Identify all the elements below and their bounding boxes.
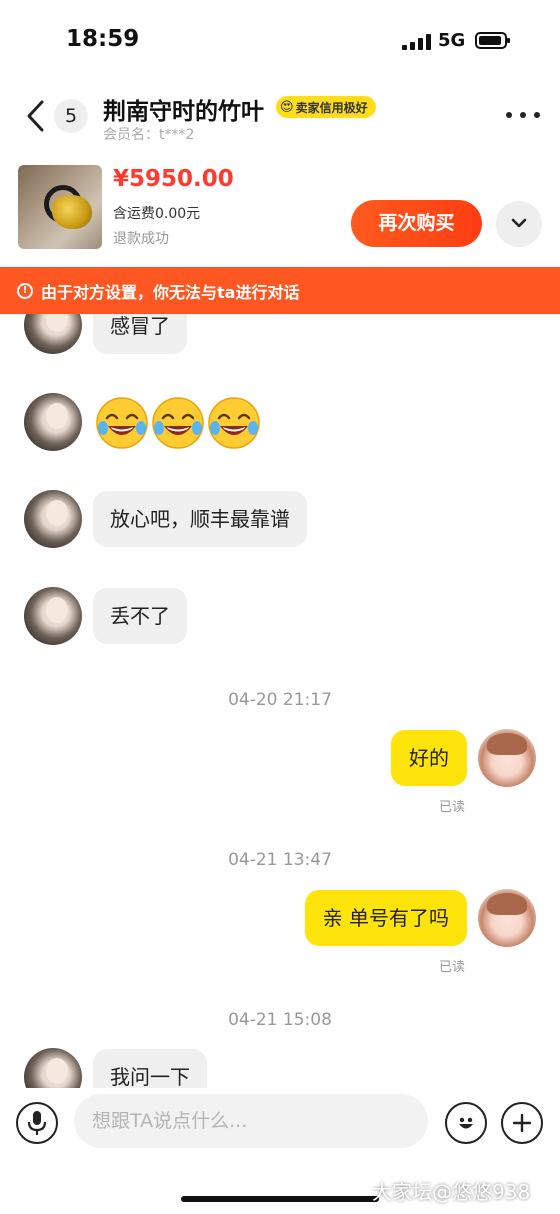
message-timestamp: 04-21 15:08 (228, 1010, 332, 1030)
read-receipt: 已读 (439, 960, 466, 975)
signal-icon (402, 34, 432, 50)
contact-avatar[interactable] (24, 490, 82, 548)
message-timestamp: 04-21 13:47 (228, 850, 332, 870)
more-icon (506, 112, 512, 118)
smiley-icon: 😍 (280, 99, 294, 115)
laughing-emoji-icon (96, 397, 148, 449)
laughing-emoji-icon (152, 397, 204, 449)
microphone-icon (27, 1111, 47, 1135)
my-avatar[interactable] (478, 889, 536, 947)
laughing-emoji-icon (208, 397, 260, 449)
home-indicator[interactable] (181, 1196, 379, 1202)
status-bar: 18:59 5G (0, 0, 560, 80)
contact-avatar[interactable] (24, 587, 82, 645)
contact-avatar[interactable] (24, 393, 82, 451)
back-button[interactable] (20, 96, 54, 136)
message-bubble[interactable]: 放心吧，顺丰最靠谱 (93, 491, 307, 547)
my-message-bubble[interactable]: 好的 (391, 730, 467, 786)
expand-button[interactable] (496, 201, 542, 247)
battery-icon (475, 32, 510, 49)
credit-badge-label: 卖家信用极好 (295, 100, 368, 115)
product-price: ¥5950.00 (113, 166, 234, 192)
chat-screen: 18:59 5G 5 荆南守时的竹叶 😍 卖家信用极好 会员名：t***2 ¥5… (0, 0, 560, 1214)
back-icon (27, 100, 44, 132)
more-button[interactable] (506, 112, 540, 120)
warning-icon: ! (17, 282, 33, 299)
emoji-button[interactable] (445, 1102, 487, 1144)
order-status: 退款成功 (113, 231, 169, 247)
seller-credit-badge: 😍 卖家信用极好 (276, 96, 376, 118)
my-message-bubble[interactable]: 亲 单号有了吗 (304, 890, 467, 946)
add-icon (512, 1113, 532, 1133)
message-bubble[interactable]: 丢不了 (93, 588, 187, 644)
shipping-fee: 含运费0.00元 (113, 206, 201, 222)
buy-again-button[interactable]: 再次购买 (351, 200, 482, 247)
banner-text: 由于对方设置，你无法与ta进行对话 (41, 282, 300, 302)
network-type: 5G (438, 30, 466, 51)
read-receipt: 已读 (439, 800, 466, 815)
voice-button[interactable] (16, 1102, 58, 1144)
unread-count-badge[interactable]: 5 (54, 99, 88, 133)
add-button[interactable] (501, 1102, 543, 1144)
message-input[interactable] (74, 1094, 428, 1148)
chat-title: 荆南守时的竹叶 (103, 99, 264, 125)
product-thumbnail[interactable] (18, 165, 102, 249)
member-name: 会员名：t***2 (103, 127, 195, 143)
restriction-banner-overlay: ! 由于对方设置，你无法与ta进行对话 (0, 267, 560, 314)
emoji-message[interactable] (95, 396, 261, 450)
chevron-down-icon (511, 218, 527, 228)
message-timestamp: 04-20 21:17 (228, 690, 332, 710)
watermark: 大家坛@悠悠938 (372, 1180, 531, 1204)
emoji-icon (459, 1117, 473, 1129)
status-time: 18:59 (66, 26, 140, 52)
my-avatar[interactable] (478, 729, 536, 787)
